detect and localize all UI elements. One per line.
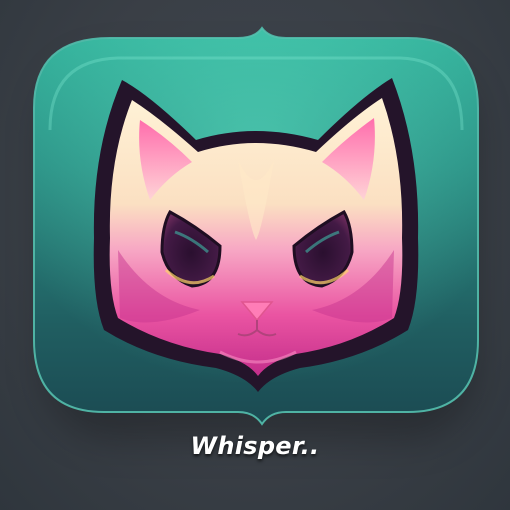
app-name-label: Whisper.. bbox=[190, 432, 320, 460]
app-icon-scene: Whisper.. bbox=[0, 0, 510, 510]
